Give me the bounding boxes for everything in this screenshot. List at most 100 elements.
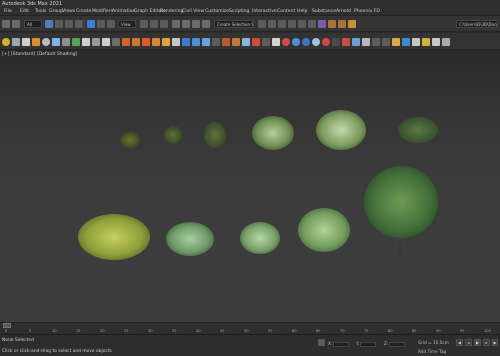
menu-views[interactable]: Views: [62, 9, 75, 14]
document-icon[interactable]: [102, 38, 110, 46]
pivot-icon[interactable]: [140, 20, 148, 28]
record-icon[interactable]: [282, 38, 290, 46]
proxy-icon[interactable]: [62, 38, 70, 46]
menu-file[interactable]: File: [4, 9, 12, 14]
copy-icon[interactable]: [362, 38, 370, 46]
plant-model[interactable]: [252, 116, 294, 150]
percent-snap-icon[interactable]: [192, 20, 200, 28]
particle-icon[interactable]: [122, 38, 130, 46]
play-animation-icon[interactable]: ▶: [474, 339, 481, 346]
add-time-tag[interactable]: Add Time Tag: [418, 349, 446, 354]
foam-icon[interactable]: [222, 38, 230, 46]
window-crossing-icon[interactable]: [75, 20, 83, 28]
sun-icon[interactable]: [2, 38, 10, 46]
spinner-snap-icon[interactable]: [202, 20, 210, 28]
move-icon[interactable]: [87, 20, 95, 28]
water-icon[interactable]: [182, 38, 190, 46]
selection-set-dropdown[interactable]: Create Selection Set: [214, 20, 254, 28]
perspective-viewport[interactable]: [+] [Standard] [Default Shading]: [0, 50, 500, 322]
material-editor-icon[interactable]: [318, 20, 326, 28]
menu-create[interactable]: Create: [76, 9, 91, 14]
plant-model[interactable]: [78, 214, 150, 260]
plant-model[interactable]: [120, 132, 140, 148]
menu-help[interactable]: Help: [297, 9, 307, 14]
snaps-toggle-icon[interactable]: [172, 20, 180, 28]
plant-model[interactable]: [398, 117, 438, 143]
align-icon[interactable]: [268, 20, 276, 28]
source-icon[interactable]: [212, 38, 220, 46]
sphere-icon[interactable]: [42, 38, 50, 46]
wind-icon[interactable]: [262, 38, 270, 46]
settings-icon[interactable]: [372, 38, 380, 46]
lock-selection-icon[interactable]: [318, 339, 325, 346]
menu-tools[interactable]: Tools: [35, 9, 46, 14]
menu-group[interactable]: Group: [49, 9, 63, 14]
y-coordinate[interactable]: Y:: [356, 341, 377, 347]
menu-arnold[interactable]: Arnold: [336, 9, 351, 14]
export-icon[interactable]: [432, 38, 440, 46]
selection-filter-dropdown[interactable]: All: [24, 20, 42, 28]
go-to-start-icon[interactable]: ◀: [456, 339, 463, 346]
camera-icon[interactable]: [22, 38, 30, 46]
x-coordinate[interactable]: X:: [328, 341, 350, 347]
plant-model[interactable]: [166, 222, 214, 256]
menu-interactive[interactable]: Interactive: [252, 9, 277, 14]
menu-phoenix-fd[interactable]: Phoenix FD: [354, 9, 380, 14]
import-icon[interactable]: [442, 38, 450, 46]
plant-model[interactable]: [204, 122, 226, 148]
folder-icon[interactable]: [32, 38, 40, 46]
scale-icon[interactable]: [107, 20, 115, 28]
curve-editor-icon[interactable]: [298, 20, 306, 28]
plant-model[interactable]: [316, 110, 366, 150]
workspace-path-field[interactable]: C:\Users\D\3D\Documents: [456, 20, 498, 28]
menu-rendering[interactable]: Rendering: [160, 9, 183, 14]
fur-icon[interactable]: [72, 38, 80, 46]
cloud-icon[interactable]: [172, 38, 180, 46]
fire-icon[interactable]: [132, 38, 140, 46]
previous-frame-icon[interactable]: ◂: [465, 339, 472, 346]
menu-modifiers[interactable]: Modifiers: [92, 9, 113, 14]
plant-model[interactable]: [298, 208, 350, 252]
angle-snap-icon[interactable]: [182, 20, 190, 28]
keyboard-shortcut-icon[interactable]: [160, 20, 168, 28]
grid-icon[interactable]: [112, 38, 120, 46]
rendered-frame-window-icon[interactable]: [338, 20, 346, 28]
menu-civil-view[interactable]: Civil View: [182, 9, 204, 14]
z-coordinate[interactable]: Z:: [384, 341, 406, 347]
layer-icon[interactable]: [332, 38, 340, 46]
menu-edit[interactable]: Edit: [20, 9, 29, 14]
mirror-icon[interactable]: [258, 20, 266, 28]
viewport-label[interactable]: [+] [Standard] [Default Shading]: [2, 52, 77, 57]
mist-icon[interactable]: [242, 38, 250, 46]
select-object-icon[interactable]: [45, 20, 53, 28]
help-icon[interactable]: [392, 38, 400, 46]
menu-animation[interactable]: Animation: [112, 9, 135, 14]
go-to-end-icon[interactable]: ▶: [492, 339, 498, 346]
network-icon[interactable]: [302, 38, 310, 46]
reference-coordinate-dropdown[interactable]: View: [118, 20, 136, 28]
menu-content[interactable]: Content: [277, 9, 295, 14]
menu-customize[interactable]: Customize: [205, 9, 229, 14]
select-manipulate-icon[interactable]: [150, 20, 158, 28]
next-frame-icon[interactable]: ▸: [483, 339, 490, 346]
paint-icon[interactable]: [272, 38, 280, 46]
plant-model[interactable]: [164, 126, 182, 144]
tree-model[interactable]: [364, 166, 438, 238]
menu-substance[interactable]: Substance: [312, 9, 336, 14]
splash-icon[interactable]: [232, 38, 240, 46]
redo-icon[interactable]: [12, 20, 20, 28]
select-by-name-icon[interactable]: [55, 20, 63, 28]
star-icon[interactable]: [422, 38, 430, 46]
smoke-icon[interactable]: [152, 38, 160, 46]
play-icon[interactable]: [82, 38, 90, 46]
ocean-icon[interactable]: [202, 38, 210, 46]
torch-icon[interactable]: [162, 38, 170, 46]
timeline[interactable]: 0 5 10 15 20 25 30 35 40 45 50 55 60 65 …: [0, 322, 500, 334]
render-setup-icon[interactable]: [328, 20, 336, 28]
rotate-icon[interactable]: [97, 20, 105, 28]
explosion-icon[interactable]: [142, 38, 150, 46]
dome-light-icon[interactable]: [52, 38, 60, 46]
update-icon[interactable]: [402, 38, 410, 46]
render-production-icon[interactable]: [348, 20, 356, 28]
ring-icon[interactable]: [312, 38, 320, 46]
